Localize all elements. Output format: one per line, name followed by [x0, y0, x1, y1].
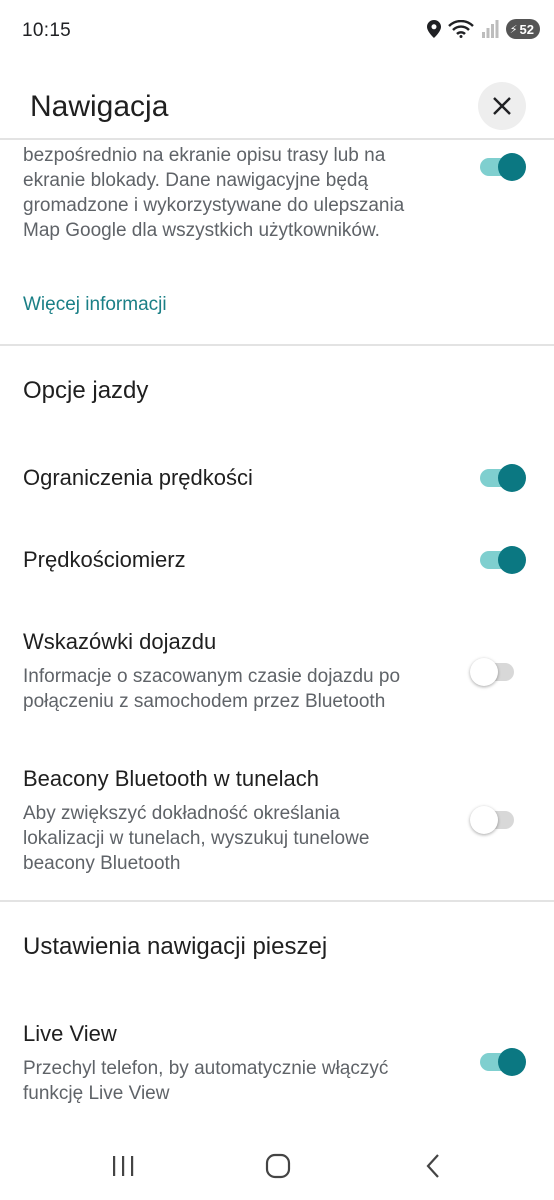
section-title-walking: Ustawienia nawigacji pieszej — [23, 933, 328, 960]
more-info-link[interactable]: Więcej informacji — [23, 294, 167, 316]
page-title: Nawigacja — [30, 90, 169, 123]
description-line: ekranie blokady. Dane nawigacyjne będą — [23, 170, 369, 191]
description-line: gromadzone i wykorzystywane do ulepszani… — [23, 195, 405, 216]
driving-directions-title[interactable]: Wskazówki dojazdu — [23, 629, 216, 655]
live-view-desc: Przechyl telefon, by automatycznie włącz… — [23, 1058, 389, 1079]
recents-icon — [113, 1156, 134, 1176]
tunnel-beacons-title[interactable]: Beacony Bluetooth w tunelach — [23, 766, 319, 792]
header: Nawigacja — [0, 62, 554, 142]
driving-directions-toggle[interactable] — [470, 655, 520, 689]
home-icon — [265, 1153, 291, 1179]
header-divider — [0, 138, 554, 140]
section-divider — [0, 344, 554, 346]
recents-button[interactable] — [103, 1148, 143, 1184]
location-icon — [426, 20, 441, 38]
live-view-desc: funkcję Live View — [23, 1083, 170, 1104]
speed-limits-title[interactable]: Ograniczenia prędkości — [23, 465, 253, 491]
section-divider — [0, 900, 554, 902]
back-icon — [426, 1154, 439, 1178]
section-title-driving: Opcje jazdy — [23, 377, 149, 404]
description-line: Map Google dla wszystkich użytkowników. — [23, 220, 380, 241]
status-time: 10:15 — [22, 20, 72, 41]
tunnel-beacons-desc: Aby zwiększyć dokładność określania — [23, 803, 340, 824]
speed-limits-toggle[interactable] — [478, 461, 528, 495]
home-button[interactable] — [258, 1148, 298, 1184]
back-button[interactable] — [413, 1148, 453, 1184]
driving-directions-desc: połączeniu z samochodem przez Bluetooth — [23, 691, 386, 712]
tunnel-beacons-desc: lokalizacji w tunelach, wyszukuj tunelow… — [23, 828, 370, 849]
battery-level: 52 — [519, 21, 534, 37]
speedometer-toggle[interactable] — [478, 543, 528, 577]
speedometer-title[interactable]: Prędkościomierz — [23, 547, 186, 573]
navigation-data-toggle[interactable] — [478, 150, 528, 184]
wifi-icon — [447, 20, 474, 38]
system-nav-bar — [0, 1130, 554, 1200]
tunnel-beacons-toggle[interactable] — [470, 803, 520, 837]
status-bar: 10:15 ⚡ 52 — [0, 0, 554, 62]
signal-icon — [481, 20, 499, 38]
driving-directions-desc: Informacje o szacowanym czasie dojazdu p… — [23, 666, 401, 687]
description-line: bezpośrednio na ekranie opisu trasy lub … — [23, 145, 386, 166]
close-icon — [493, 97, 511, 115]
live-view-toggle[interactable] — [478, 1045, 528, 1079]
close-button[interactable] — [478, 82, 526, 130]
status-icons: ⚡ 52 — [426, 19, 540, 39]
tunnel-beacons-desc: beacony Bluetooth — [23, 853, 181, 874]
live-view-title[interactable]: Live View — [23, 1021, 117, 1047]
battery-icon: ⚡ 52 — [505, 19, 540, 39]
